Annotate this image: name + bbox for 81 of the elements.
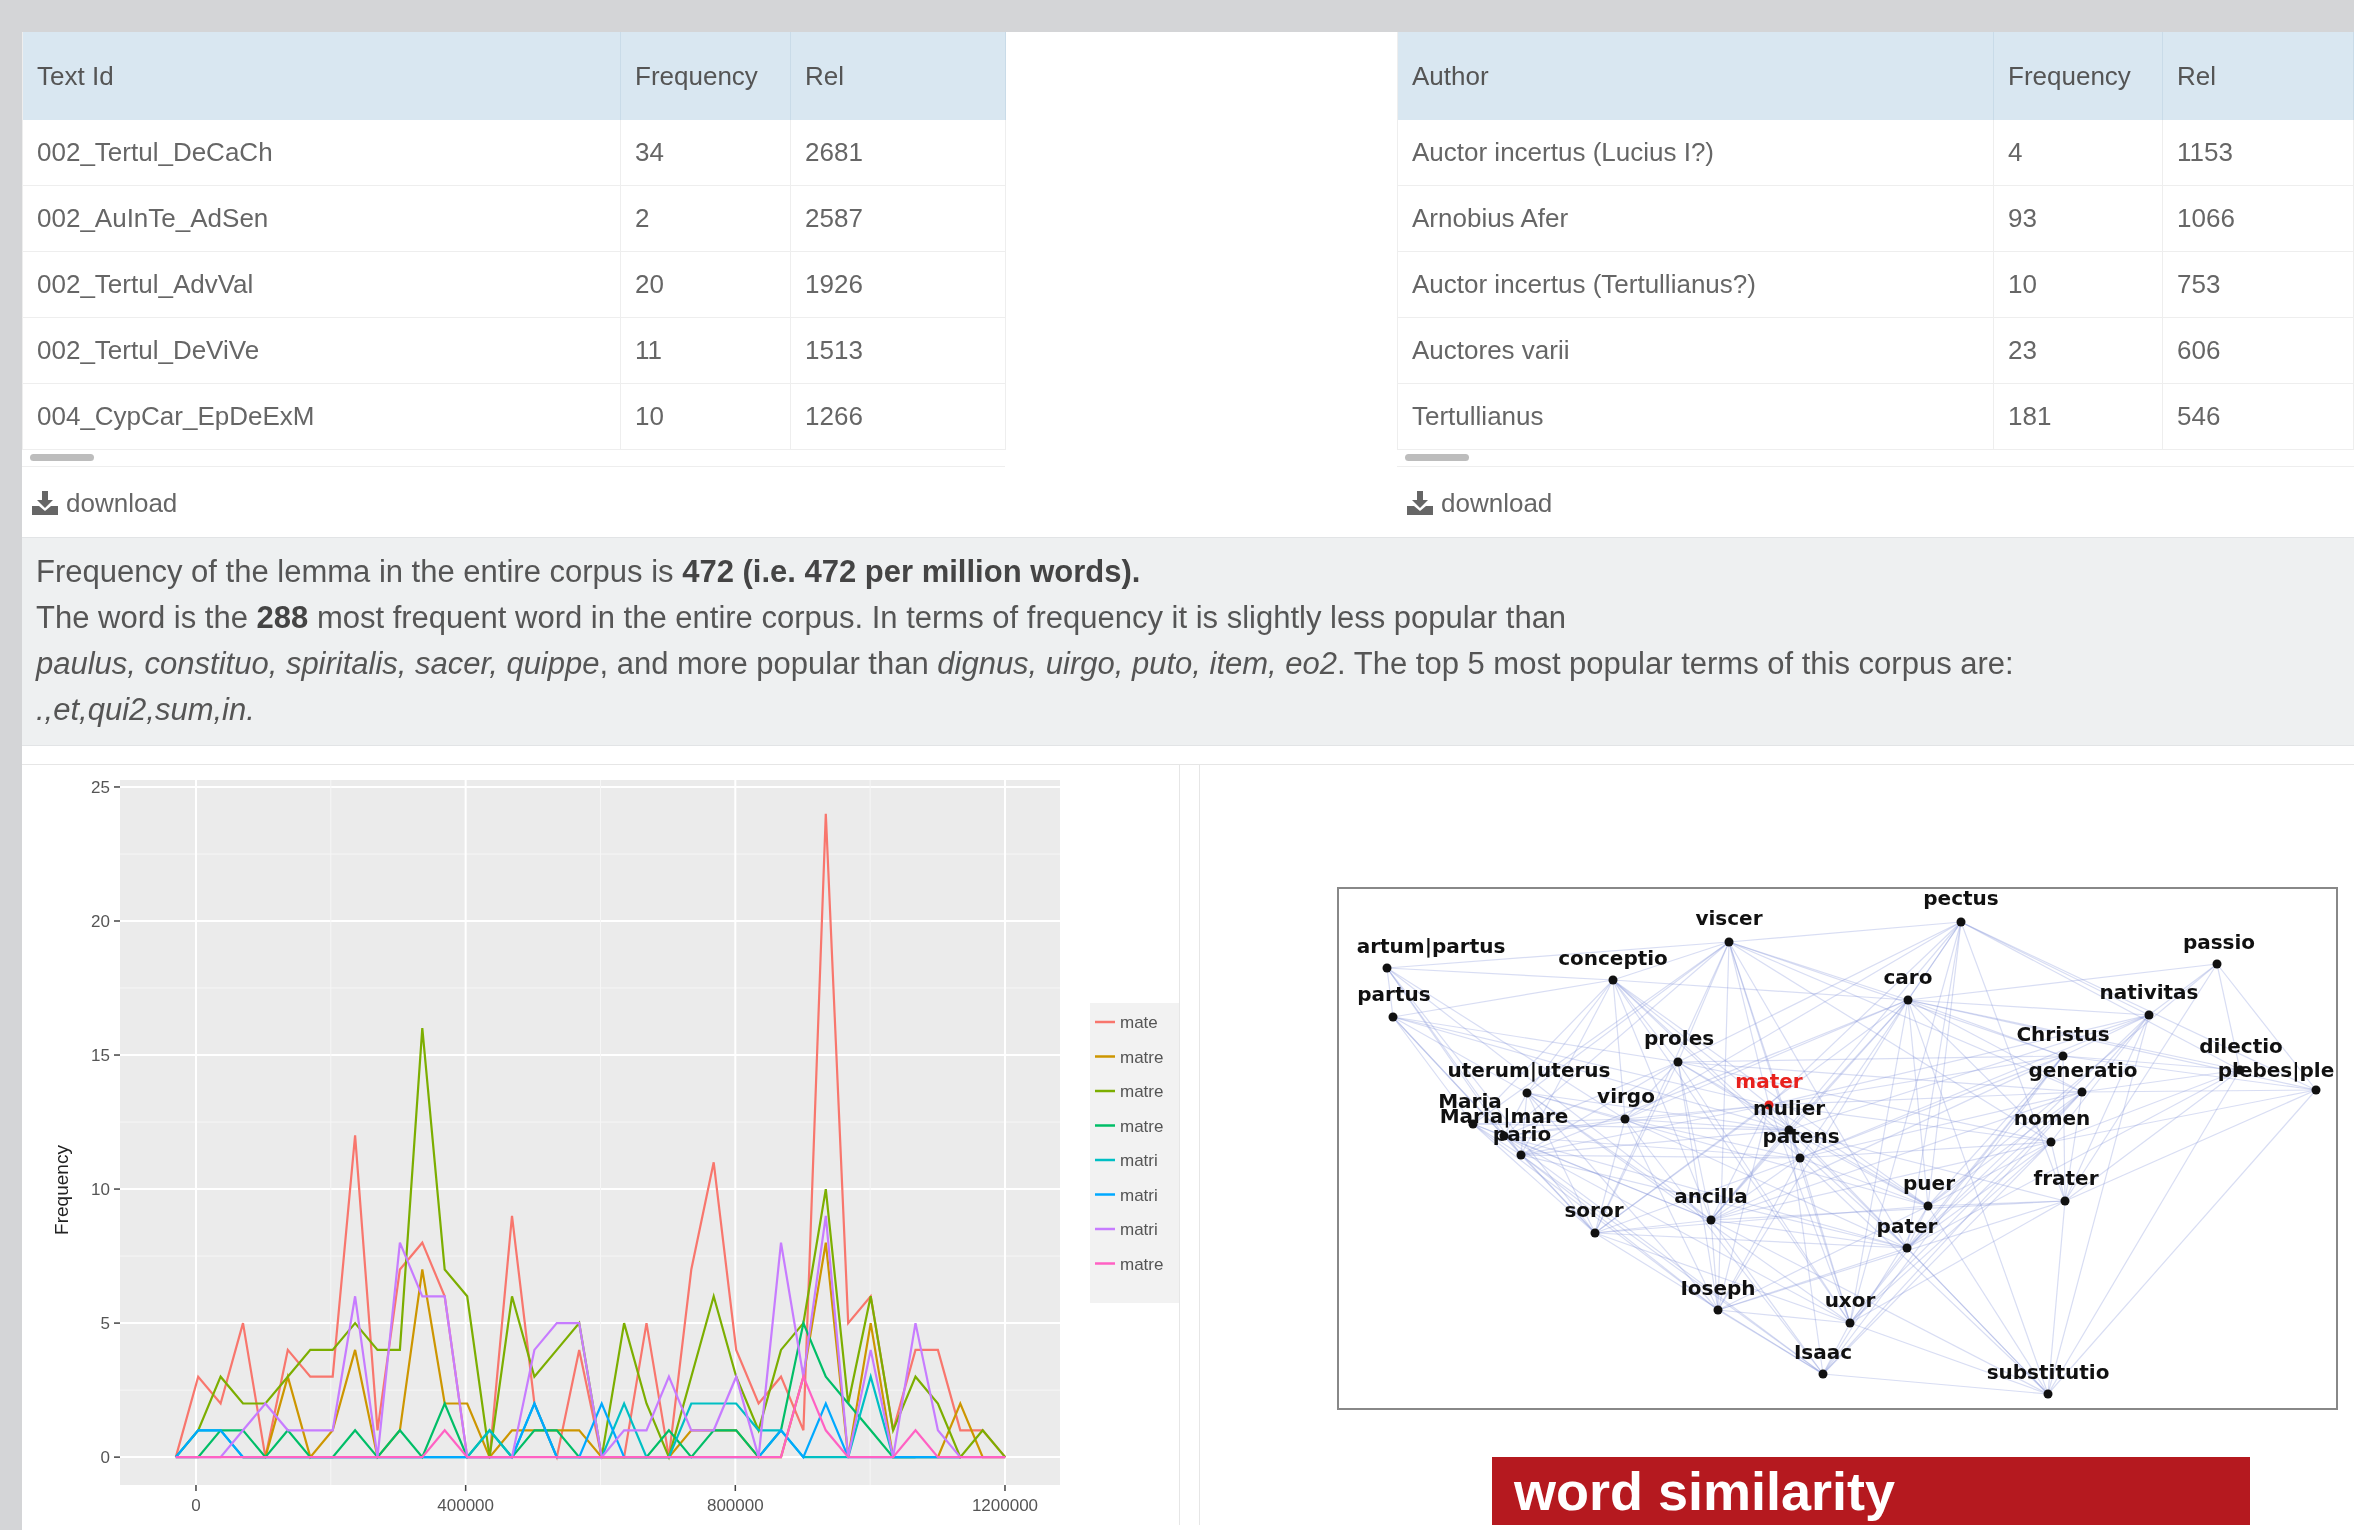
tick-label: 15 [91, 1046, 110, 1066]
table-cell: Auctor incertus (Tertullianus?) [1398, 252, 1994, 318]
node-label: passio [2182, 931, 2256, 953]
legend-label: matre [1120, 1082, 1164, 1101]
node-label: plebes|ple [2217, 1059, 2335, 1081]
node-label: Christus [2016, 1023, 2110, 1045]
legend-label: matri [1120, 1185, 1158, 1205]
table-cell: Tertullianus [1398, 384, 1994, 450]
legend-label: matre [1120, 1254, 1164, 1274]
section-heading: word similarity [1492, 1457, 2250, 1525]
node-label: uxor [1824, 1289, 1876, 1311]
node-label: Ioseph [1680, 1277, 1756, 1299]
table-cell: 10 [1994, 252, 2163, 318]
table-cell: 753 [2163, 252, 2354, 318]
tick-label: 800000 [706, 1496, 764, 1515]
node-label: mater [1735, 1070, 1803, 1092]
table-cell: 181 [1994, 384, 2163, 450]
node-label: caro [1883, 966, 1933, 988]
table-cell: 606 [2163, 318, 2354, 384]
node-label: frater [2033, 1167, 2099, 1189]
tick-label: 0 [100, 1448, 110, 1468]
node-label: pectus [1923, 887, 1999, 909]
node-label: nativitas [2099, 981, 2199, 1003]
table-cell: 002_Tertul_DeCaCh [23, 120, 621, 186]
node-label: patens [1762, 1125, 1840, 1147]
table-cell: 004_CypCar_EpDeExM [23, 384, 621, 450]
legend-label: mate [1120, 1013, 1158, 1032]
tick-label: 400000 [437, 1496, 494, 1515]
table-cell: 546 [2163, 384, 2354, 450]
table-cell: 002_AuInTe_AdSen [23, 186, 621, 252]
table-cell: 1513 [791, 318, 1006, 384]
legend-label: matri [1120, 1151, 1158, 1170]
table-cell: 93 [1994, 186, 2163, 252]
table-cell: 34 [621, 120, 791, 186]
table-cell: Auctor incertus (Lucius I?) [1398, 120, 1994, 186]
node-label: ancilla [1674, 1185, 1748, 1207]
node-label: Isaac [1793, 1341, 1853, 1363]
table-cell: 1066 [2163, 186, 2354, 252]
legend-label: matre [1120, 1116, 1164, 1136]
table-cell: 2681 [791, 120, 1006, 186]
tick-label: 5 [100, 1314, 110, 1334]
node-label: viscer [1695, 907, 1763, 929]
node-label: soror [1564, 1199, 1624, 1221]
summary-paragraph: Frequency of the lemma in the entire corpus is 472 (i.e. 472 per million words). [36, 553, 1142, 591]
node-label: conceptio [1558, 947, 1668, 969]
summary-paragraph: The word is the 288 most frequent word in the entire corpus. In terms of frequency it is slightly less popular than [36, 599, 1568, 637]
table-cell: 10 [621, 384, 791, 450]
table-cell: 002_Tertul_DeViVe [23, 318, 621, 384]
table-cell: 4 [1994, 120, 2163, 186]
table-cell: 11 [621, 318, 791, 384]
axis-title: Frequency [51, 1145, 72, 1235]
table-cell: 20 [621, 252, 791, 318]
node-label: partus [1357, 983, 1431, 1005]
node-label: pater [1876, 1215, 1938, 1237]
node-label: uterum|uterus [1447, 1059, 1611, 1081]
summary-paragraph: paulus, constituo, spiritalis, sacer, quippe, and more popular than dignus, uirgo, puto, item, eo2. The top 5 most popular terms of this corpus are: .,et,qui2,sum,in. [36, 645, 2015, 729]
node-label: proles [1643, 1027, 1715, 1049]
table-cell: 23 [1994, 318, 2163, 384]
table-cell: 1153 [2163, 120, 2354, 186]
tick-label: 1200000 [971, 1496, 1039, 1515]
tick-label: 25 [91, 777, 110, 797]
table-cell: 2 [621, 186, 791, 252]
legend-label: matre [1120, 1047, 1164, 1067]
table-cell: 2587 [791, 186, 1006, 252]
node-label: puer [1903, 1172, 1955, 1194]
node-label: generatio [2028, 1059, 2138, 1081]
legend-label: matri [1120, 1220, 1158, 1239]
table-cell: Auctores varii [1398, 318, 1994, 384]
table-cell: 1266 [791, 384, 1006, 450]
tick-label: 20 [91, 912, 110, 931]
node-label: dilectio [2199, 1035, 2283, 1057]
table-cell: 002_Tertul_AdvVal [23, 252, 621, 318]
table-cell: Arnobius Afer [1398, 186, 1994, 252]
tick-label: 10 [91, 1180, 110, 1200]
node-label: substitutio [1986, 1361, 2110, 1383]
node-label: nomen [2013, 1107, 2091, 1129]
table-cell: 1926 [791, 252, 1006, 318]
node-label: artum|partus [1356, 935, 1506, 957]
tick-label: 0 [191, 1496, 201, 1515]
node-label: mulier [1752, 1097, 1826, 1119]
node-label: virgo [1597, 1085, 1655, 1107]
